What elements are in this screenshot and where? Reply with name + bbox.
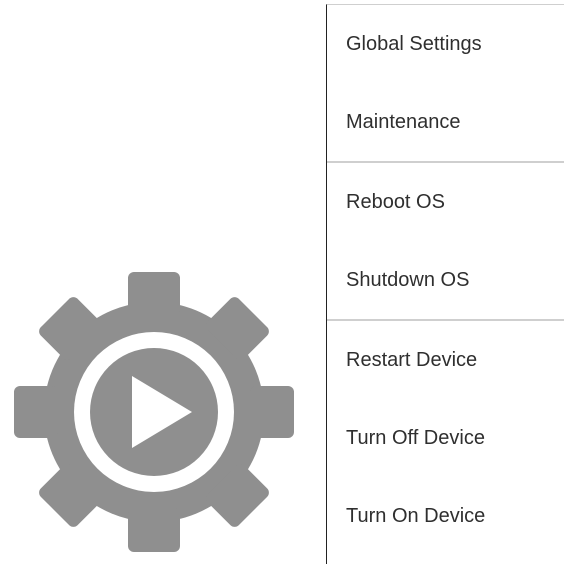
gear-play-icon: [14, 272, 294, 552]
menu-item-reboot-os[interactable]: Reboot OS: [327, 163, 564, 241]
menu-item-maintenance[interactable]: Maintenance: [327, 83, 564, 161]
menu-item-turn-on-device[interactable]: Turn On Device: [327, 477, 564, 555]
context-menu: Global Settings Maintenance Reboot OS Sh…: [326, 4, 564, 564]
menu-item-shutdown-os[interactable]: Shutdown OS: [327, 241, 564, 319]
menu-item-restart-device[interactable]: Restart Device: [327, 321, 564, 399]
menu-item-turn-off-device[interactable]: Turn Off Device: [327, 399, 564, 477]
menu-item-global-settings[interactable]: Global Settings: [327, 5, 564, 83]
